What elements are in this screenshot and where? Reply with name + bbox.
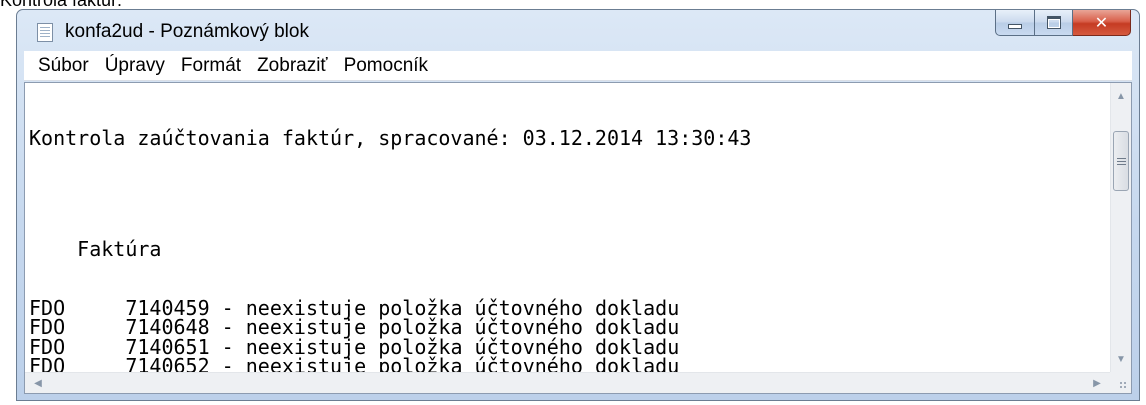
minimize-button[interactable] bbox=[995, 10, 1035, 36]
invoice-type: FDO bbox=[29, 354, 66, 372]
notepad-icon bbox=[37, 23, 53, 42]
title-bar[interactable]: konfa2ud - Poznámkový blok ✕ bbox=[17, 10, 1139, 50]
invoice-rows: FDO 7140459 - neexistuje položka účtovné… bbox=[29, 298, 1110, 373]
header-line: Kontrola zaúčtovania faktúr, spracované:… bbox=[29, 126, 752, 150]
close-button[interactable]: ✕ bbox=[1073, 10, 1131, 36]
menu-item-format[interactable]: Formát bbox=[173, 51, 249, 81]
invoice-number: 7140652 bbox=[125, 354, 210, 372]
minimize-icon bbox=[1008, 23, 1022, 29]
menu-item-pomocnik[interactable]: Pomocník bbox=[336, 51, 436, 81]
page-caption: Kontrola faktúr: bbox=[0, 0, 123, 10]
invoice-row: FDO 7140652 - neexistuje položka účtovné… bbox=[29, 354, 1110, 372]
menu-item-zobrazit[interactable]: Zobraziť bbox=[249, 51, 335, 81]
invoice-message: neexistuje položka účtovného dokladu bbox=[245, 354, 680, 372]
text-editor[interactable]: Kontrola zaúčtovania faktúr, spracované:… bbox=[24, 82, 1132, 394]
close-icon: ✕ bbox=[1094, 14, 1109, 32]
scroll-right-icon: ▶ bbox=[1093, 377, 1101, 389]
menu-item-upravy[interactable]: Úpravy bbox=[97, 51, 173, 81]
caption-buttons: ✕ bbox=[995, 10, 1131, 36]
scroll-left-button[interactable]: ◀ bbox=[27, 373, 49, 393]
scroll-down-icon: ▼ bbox=[1116, 353, 1126, 365]
scroll-up-button[interactable]: ▲ bbox=[1111, 85, 1131, 107]
menu-item-subor[interactable]: Súbor bbox=[30, 51, 97, 81]
maximize-icon bbox=[1046, 16, 1061, 29]
scroll-left-icon: ◀ bbox=[34, 377, 42, 389]
text-content[interactable]: Kontrola zaúčtovania faktúr, spracované:… bbox=[25, 83, 1110, 372]
scroll-down-button[interactable]: ▼ bbox=[1111, 348, 1131, 370]
maximize-button[interactable] bbox=[1035, 10, 1073, 36]
horizontal-scrollbar[interactable]: ◀ ▶ bbox=[25, 372, 1110, 393]
scroll-right-button[interactable]: ▶ bbox=[1086, 373, 1108, 393]
vertical-scroll-thumb[interactable] bbox=[1113, 131, 1129, 191]
menu-bar: Súbor Úpravy Formát Zobraziť Pomocník bbox=[24, 51, 1132, 81]
column-header: Faktúra bbox=[29, 237, 162, 261]
scroll-up-icon: ▲ bbox=[1116, 90, 1126, 102]
window-title: konfa2ud - Poznámkový blok bbox=[65, 21, 309, 42]
size-grip[interactable] bbox=[1110, 372, 1131, 393]
notepad-window: konfa2ud - Poznámkový blok ✕ Súbor Úprav… bbox=[16, 9, 1140, 401]
grip-icon bbox=[1116, 160, 1126, 162]
vertical-scrollbar[interactable]: ▲ ▼ bbox=[1110, 83, 1131, 372]
